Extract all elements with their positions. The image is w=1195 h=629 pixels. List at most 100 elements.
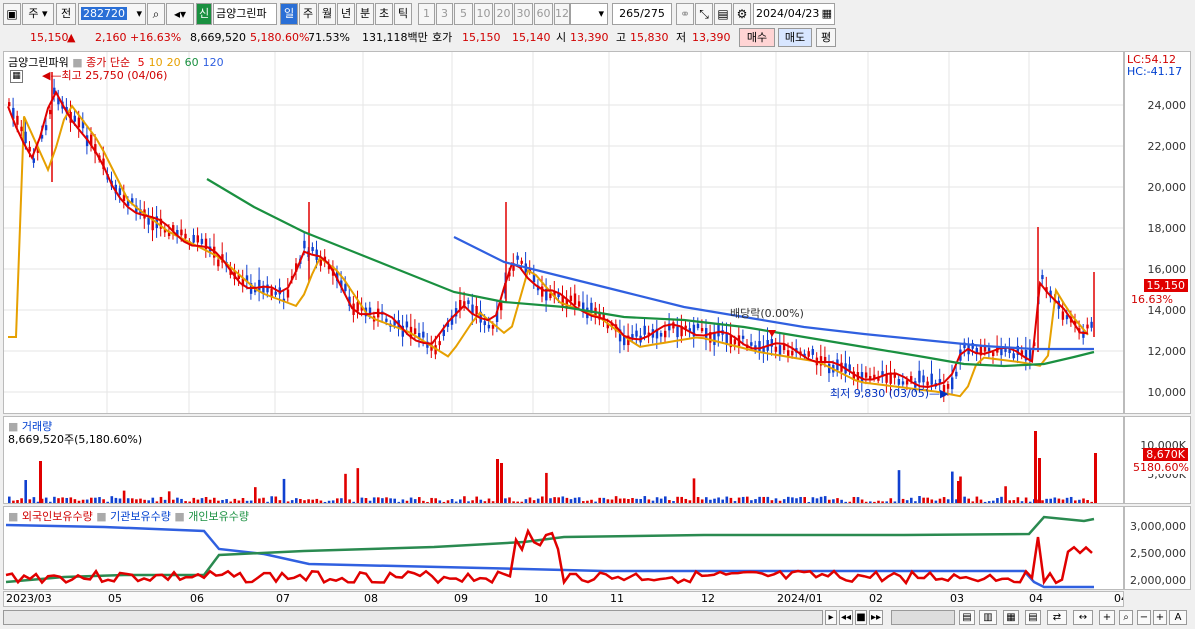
candle-body [413,328,417,335]
current-price: 15,150 [30,31,69,44]
volume-bar [126,498,130,503]
range-icon[interactable]: ↔ [1073,610,1093,625]
settings-icon[interactable]: ⚙ [733,3,751,25]
scroll-track[interactable] [3,610,823,625]
custom-period-select[interactable]: ▾ [570,3,608,25]
layers-icon[interactable]: ▤ [1025,610,1041,625]
chart-type-icon[interactable]: ▥ [979,610,997,625]
search-icon[interactable]: ⌕ [147,3,165,25]
forward-icon[interactable]: ▸▸ [869,610,883,625]
date-field[interactable]: 2024/04/23 ▦ [753,3,835,25]
compare-icon[interactable]: ⇄ [1047,610,1067,625]
zoom-slider[interactable] [891,610,955,625]
average-button[interactable]: 평 [816,28,836,47]
sell-button[interactable]: 매도 [778,28,812,47]
price-chart [4,52,1123,413]
price-change-rate: +16.63% [130,31,182,44]
x-tick-4: 08 [364,592,378,605]
price-tick-7: 10,000 [1147,386,1187,399]
tick-interval-0[interactable]: 1 [418,3,435,25]
candle-body [467,300,470,304]
speaker-icon[interactable]: ◂▾ [166,3,194,25]
volume-bar [848,501,852,503]
layout-icon[interactable]: ▣ [3,3,21,25]
stop-icon[interactable]: ■ [855,610,867,625]
volume-spike-1 [496,459,499,503]
price-tick-4: 16,000 [1147,263,1187,276]
table-icon[interactable]: ▦ [10,70,23,83]
quote-bar: 15,150 ▲ 2,160 +16.63% 8,669,520 5,180.6… [0,28,1195,48]
prev-button[interactable]: 전 [56,3,76,25]
price-chart-pane[interactable]: 금양그린파워 ■ 종가 단순 5 10 20 60 120 ▦ ◀—최고 25,750 … [3,51,1124,414]
volume-pane[interactable]: ■ 거래량 8,669,520주(5,180.60%) [3,416,1124,504]
volume-bar [631,498,634,503]
code-dropdown-icon[interactable]: ▾ [136,4,142,24]
zoom-out-icon[interactable]: − [1137,610,1151,625]
fit-icon[interactable]: ▤ [959,610,975,625]
volume-bar [905,500,909,503]
volume-bar [167,491,171,503]
x-tick-7: 11 [610,592,624,605]
volume-bar [266,501,269,503]
lock-icon[interactable]: ▦ [1003,610,1019,625]
rewind-icon[interactable]: ◂◂ [839,610,853,625]
buy-button[interactable]: 매수 [739,28,775,47]
period-tab-2[interactable]: 월 [318,3,336,25]
tick-interval-6[interactable]: 60 [534,3,553,25]
tick-interval-1[interactable]: 3 [436,3,453,25]
volume-bar [340,498,343,503]
holdings-pane[interactable]: ■ 외국인보유수량 ■ 기관보유수량 ■ 개인보유수량 [3,506,1124,590]
period-tab-6[interactable]: 틱 [394,3,412,25]
count-field[interactable]: 265/275 [612,3,672,25]
volume-bar [881,501,884,503]
candle-body [635,330,638,337]
volume-bar [532,500,536,503]
volume-spike-3 [1034,431,1037,503]
save-icon[interactable]: ▤ [714,3,732,25]
volume-bar [614,496,618,503]
volume-bar [311,499,314,503]
zoom-in-small-icon[interactable]: + [1099,610,1115,625]
volume-bar [1082,498,1085,503]
tick-interval-4[interactable]: 20 [494,3,513,25]
volume-bar [286,501,290,503]
volume-bar [249,500,253,503]
volume-bar [721,499,724,503]
tick-interval-7[interactable]: 120 [554,3,570,25]
volume-bar [889,498,893,503]
volume-bar [897,470,901,503]
tick-interval-2[interactable]: 5 [454,3,473,25]
market-select[interactable]: 주 ▾ [22,3,54,25]
volume-bar [44,497,48,503]
font-size-icon[interactable]: A [1169,610,1187,625]
stock-name-field[interactable]: 금양그린파 [213,3,277,25]
code-input[interactable]: 282720 ▾ [78,3,146,25]
tick-interval-3[interactable]: 10 [474,3,493,25]
candle-body [918,370,921,383]
period-tab-5[interactable]: 초 [375,3,393,25]
draw-tool-icon[interactable]: ⤡ [695,3,713,25]
volume-bar [832,499,835,503]
period-tab-3[interactable]: 년 [337,3,355,25]
magnifier-icon[interactable]: ⌕ [1119,610,1133,625]
volume-bar [258,498,261,503]
scroll-right-icon[interactable]: ▸ [825,610,837,625]
calendar-icon[interactable]: ▦ [822,4,832,24]
volume-bar [430,497,433,503]
volume-bar [549,498,552,503]
volume-bar [135,499,138,503]
volume-bar [372,497,376,503]
holdings-axis: 3,000,000 2,500,000 2,000,000 [1124,506,1191,590]
zoom-in-icon[interactable]: + [1153,610,1167,625]
volume-bar [381,498,384,503]
period-tab-4[interactable]: 분 [356,3,374,25]
volume-bar [204,496,208,503]
volume-bar [479,499,483,503]
period-tab-0[interactable]: 일 [280,3,298,25]
volume-bar [811,497,815,503]
holdings-legend: ■ 외국인보유수량 ■ 기관보유수량 ■ 개인보유수량 [8,510,250,523]
period-tab-1[interactable]: 주 [299,3,317,25]
candle-body [405,321,409,328]
tick-interval-5[interactable]: 30 [514,3,533,25]
link-icon[interactable]: ⚭ [676,3,694,25]
